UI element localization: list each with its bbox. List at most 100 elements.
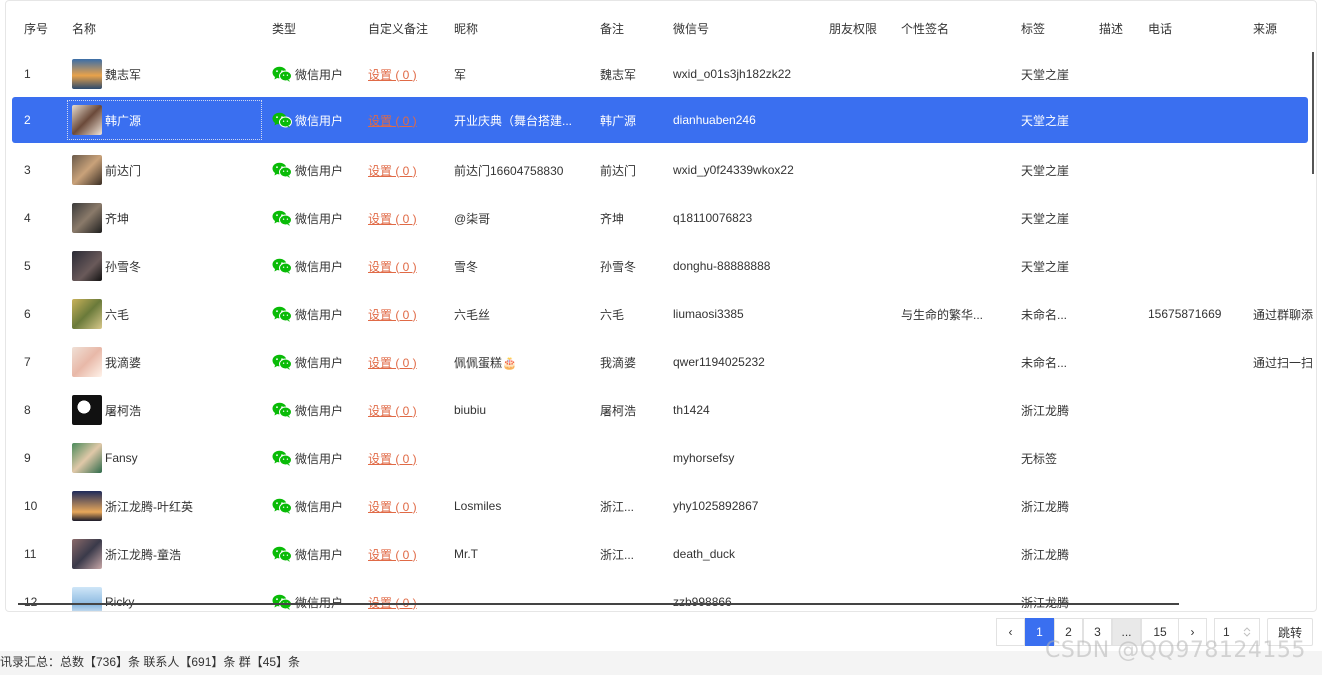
cell-signature [901,387,1016,433]
type-label: 微信用户 [295,451,344,466]
cell-source [1253,387,1315,433]
type-label: 微信用户 [295,307,344,322]
avatar[interactable] [72,299,102,329]
cell-type: 微信用户 [272,531,362,577]
contact-name: 齐坤 [105,211,130,226]
custom-note-settings-link[interactable]: 设置 ( 0 ) [368,450,417,467]
table-row[interactable]: 1 魏志军 微信用户 设置 ( 0 ) 军 魏志军 wxid_o01s3jh182zk22 天… [12,51,1308,97]
cell-custom-note: 设置 ( 0 ) [368,435,448,481]
custom-note-settings-link[interactable]: 设置 ( 0 ) [368,306,417,323]
cell-type: 微信用户 [272,51,362,97]
cell-name[interactable]: 六毛 [72,291,262,337]
horizontal-scrollbar[interactable] [18,603,1179,605]
custom-note-settings-link[interactable]: 设置 ( 0 ) [368,354,417,371]
custom-note-settings-link[interactable]: 设置 ( 0 ) [368,112,417,129]
cell-custom-note: 设置 ( 0 ) [368,531,448,577]
custom-note-settings-link[interactable]: 设置 ( 0 ) [368,546,417,563]
cell-custom-note: 设置 ( 0 ) [368,579,448,611]
avatar[interactable] [72,251,102,281]
custom-note-settings-link[interactable]: 设置 ( 0 ) [368,498,417,515]
cell-name[interactable]: 孙雪冬 [72,243,262,289]
cell-tag: 浙江龙腾 [1021,499,1070,514]
header-signature[interactable]: 个性签名 [901,5,1016,51]
table-row[interactable]: 2 韩广源 微信用户 设置 ( 0 ) 开业庆典（舞台搭建... 韩广源 dianhuabe… [12,97,1308,143]
table-row[interactable]: 7 我滴婆 微信用户 设置 ( 0 ) 佩佩蛋糕🎂 我滴婆 qwer1194025232 未命… [12,339,1313,385]
table-row[interactable]: 10 浙江龙腾-叶红英 微信用户 设置 ( 0 ) Losmiles 浙江... yhy10… [12,483,1308,529]
table-row[interactable]: 6 六毛 微信用户 设置 ( 0 ) 六毛丝 六毛 liumaosi3385 与生命的繁华..… [12,291,1313,337]
cell-name[interactable]: Ricky [72,579,262,611]
header-wxid[interactable]: 微信号 [673,5,823,51]
cell-nickname: Losmiles [454,499,502,513]
vertical-scrollbar[interactable] [1312,52,1314,174]
header-seq[interactable]: 序号 [24,5,64,51]
table-row[interactable]: 12 Ricky 微信用户 设置 ( 0 ) zzb998866 浙江龙腾 [12,579,1308,611]
custom-note-settings-link[interactable]: 设置 ( 0 ) [368,210,417,227]
cell-name[interactable]: 我滴婆 [72,339,262,385]
cell-name[interactable]: 魏志军 [72,51,262,97]
avatar[interactable] [72,155,102,185]
table-row[interactable]: 5 孙雪冬 微信用户 设置 ( 0 ) 雪冬 孙雪冬 donghu-88888888 天堂之崖 [12,243,1308,289]
header-source[interactable]: 来源 [1253,5,1315,51]
prev-page-button[interactable]: ‹ [996,618,1025,646]
cell-name[interactable]: 前达门 [72,147,262,193]
avatar[interactable] [72,59,102,89]
cell-seq: 1 [24,67,31,81]
stepper-icon[interactable] [1243,626,1251,638]
table-row[interactable]: 8 屠柯浩 微信用户 设置 ( 0 ) biubiu 屠柯浩 th1424 浙江龙腾 [12,387,1308,433]
cell-name[interactable]: 齐坤 [72,195,262,241]
contact-name: 魏志军 [105,67,142,82]
cell-wxid: wxid_o01s3jh182zk22 [673,67,792,81]
header-type[interactable]: 类型 [272,5,362,51]
avatar[interactable] [72,443,102,473]
custom-note-settings-link[interactable]: 设置 ( 0 ) [368,162,417,179]
cell-remark: 前达门 [600,163,637,178]
header-remark[interactable]: 备注 [600,5,666,51]
custom-note-settings-link[interactable]: 设置 ( 0 ) [368,594,417,611]
cell-nickname: 军 [454,67,467,82]
table-row[interactable]: 9 Fansy 微信用户 设置 ( 0 ) myhorsefsy 无标签 [12,435,1308,481]
header-phone[interactable]: 电话 [1148,5,1248,51]
cell-signature [901,339,1016,385]
cell-name[interactable]: 浙江龙腾-叶红英 [72,483,262,529]
cell-tag: 天堂之崖 [1021,211,1070,226]
header-tag[interactable]: 标签 [1021,5,1091,51]
cell-remark: 浙江... [600,499,635,514]
contact-name: 浙江龙腾-叶红英 [105,499,193,514]
cell-name[interactable]: 屠柯浩 [72,387,262,433]
header-custom-note[interactable]: 自定义备注 [368,5,448,51]
custom-note-settings-link[interactable]: 设置 ( 0 ) [368,66,417,83]
header-nickname[interactable]: 昵称 [454,5,594,51]
cell-name[interactable]: Fansy [72,435,262,481]
type-label: 微信用户 [295,547,344,562]
avatar[interactable] [72,587,102,611]
cell-custom-note: 设置 ( 0 ) [368,195,448,241]
wechat-icon [272,258,295,274]
custom-note-settings-link[interactable]: 设置 ( 0 ) [368,402,417,419]
avatar[interactable] [72,347,102,377]
cell-tag: 浙江龙腾 [1021,403,1070,418]
cell-seq: 10 [24,499,38,513]
avatar[interactable] [72,491,102,521]
custom-note-settings-link[interactable]: 设置 ( 0 ) [368,258,417,275]
cell-custom-note: 设置 ( 0 ) [368,483,448,529]
cell-seq: 3 [24,163,31,177]
cell-custom-note: 设置 ( 0 ) [368,51,448,97]
cell-seq: 5 [24,259,31,273]
cell-type: 微信用户 [272,387,362,433]
cell-phone: 15675871669 [1148,307,1222,321]
table-row[interactable]: 11 浙江龙腾-童浩 微信用户 设置 ( 0 ) Mr.T 浙江... death_duck… [12,531,1308,577]
wechat-icon [272,354,295,370]
header-desc[interactable]: 描述 [1099,5,1141,51]
wechat-icon [272,66,295,82]
avatar[interactable] [72,539,102,569]
avatar[interactable] [72,395,102,425]
table-row[interactable]: 4 齐坤 微信用户 设置 ( 0 ) @柒哥 齐坤 q18110076823 天堂之崖 [12,195,1308,241]
table-row[interactable]: 3 前达门 微信用户 设置 ( 0 ) 前达门16604758830 前达门 wxid_y0… [12,147,1308,193]
cell-seq: 6 [24,307,31,321]
cell-name[interactable]: 韩广源 [72,97,262,143]
cell-name[interactable]: 浙江龙腾-童浩 [72,531,262,577]
header-name[interactable]: 名称 [72,5,262,51]
avatar[interactable] [72,203,102,233]
avatar[interactable] [72,105,102,135]
header-moments[interactable]: 朋友权限 [829,5,895,51]
